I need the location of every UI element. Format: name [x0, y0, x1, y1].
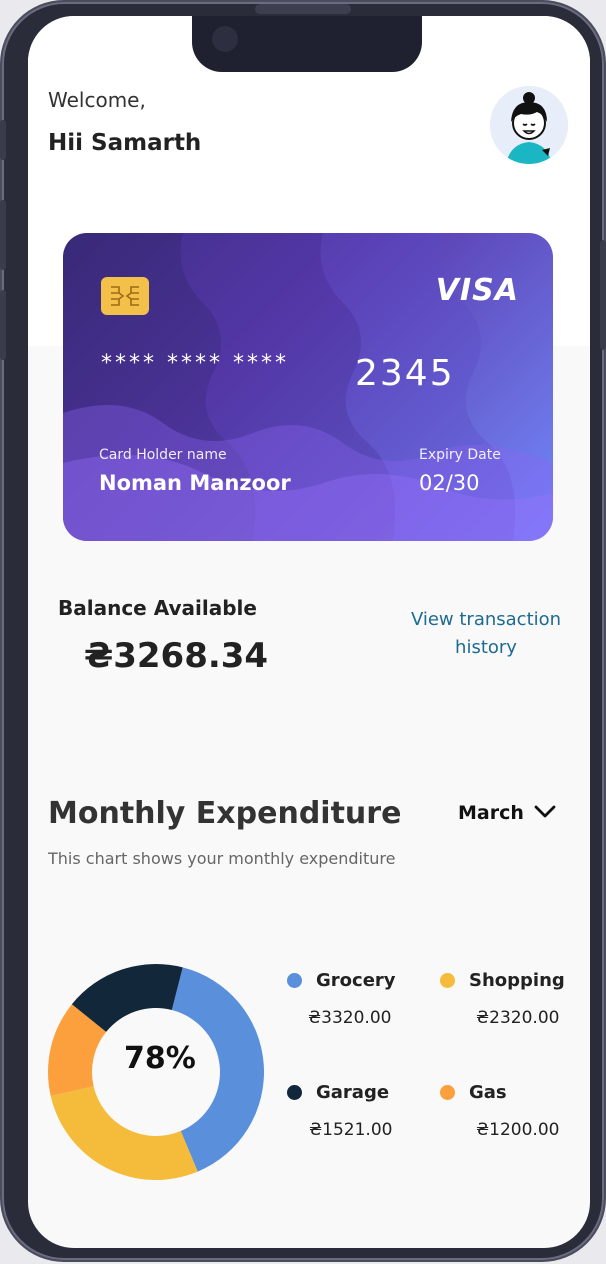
- volume-down-button: [0, 290, 6, 360]
- card-number-last-digits: 2345: [355, 353, 455, 394]
- chevron-down-icon: [534, 802, 556, 824]
- gas-dot-icon: [440, 1085, 455, 1100]
- legend-gas: Gas: [440, 1082, 507, 1103]
- camera-notch: [192, 16, 422, 72]
- legend-label-garage: Garage: [316, 1082, 390, 1103]
- legend-shopping: Shopping: [440, 970, 565, 991]
- legend-amount-garage: ₴1521.00: [309, 1120, 393, 1140]
- legend-label-shopping: Shopping: [469, 970, 565, 991]
- legend-grocery: Grocery: [287, 970, 396, 991]
- balance-label: Balance Available: [58, 596, 257, 620]
- legend-amount-grocery: ₴3320.00: [308, 1008, 392, 1028]
- visa-logo: VISA: [435, 273, 519, 308]
- grocery-dot-icon: [287, 973, 302, 988]
- card-holder-name: Noman Manzoor: [99, 471, 291, 495]
- legend-label-grocery: Grocery: [316, 970, 396, 991]
- legend-label-gas: Gas: [469, 1082, 507, 1103]
- view-transaction-history-link[interactable]: View transaction history: [406, 606, 566, 662]
- legend-amount-shopping: ₴2320.00: [476, 1008, 560, 1028]
- card-holder-label: Card Holder name: [99, 447, 227, 463]
- donut-slice-shopping: [50, 1086, 198, 1180]
- credit-card[interactable]: VISA **** **** **** 2345 Card Holder nam…: [63, 233, 553, 541]
- expiry-value: 02/30: [419, 471, 480, 495]
- expiry-label: Expiry Date: [419, 447, 501, 463]
- app-screen: Welcome, Hii Samarth VISA **** **** ****…: [28, 16, 590, 1248]
- shopping-dot-icon: [440, 973, 455, 988]
- volume-up-button: [0, 200, 6, 270]
- power-button: [600, 240, 606, 350]
- garage-dot-icon: [287, 1085, 302, 1100]
- section-title: Monthly Expenditure: [48, 796, 402, 831]
- avatar-illustration-icon: [490, 86, 568, 164]
- user-greeting: Hii Samarth: [48, 130, 202, 156]
- chart-center-label: 78%: [124, 1041, 196, 1076]
- speaker-grille: [255, 4, 351, 14]
- legend-garage: Garage: [287, 1082, 389, 1103]
- chart-subtitle: This chart shows your monthly expenditur…: [48, 849, 396, 868]
- legend-amount-gas: ₴1200.00: [476, 1120, 560, 1140]
- month-value: March: [458, 802, 524, 824]
- camera-icon: [212, 26, 238, 52]
- balance-value: ₴3268.34: [84, 636, 269, 676]
- card-chip-icon: [101, 277, 149, 315]
- side-button: [0, 120, 6, 160]
- month-dropdown[interactable]: March: [458, 802, 556, 824]
- welcome-text: Welcome,: [48, 88, 146, 112]
- card-number-masked: **** **** ****: [101, 351, 289, 376]
- avatar[interactable]: [490, 86, 568, 164]
